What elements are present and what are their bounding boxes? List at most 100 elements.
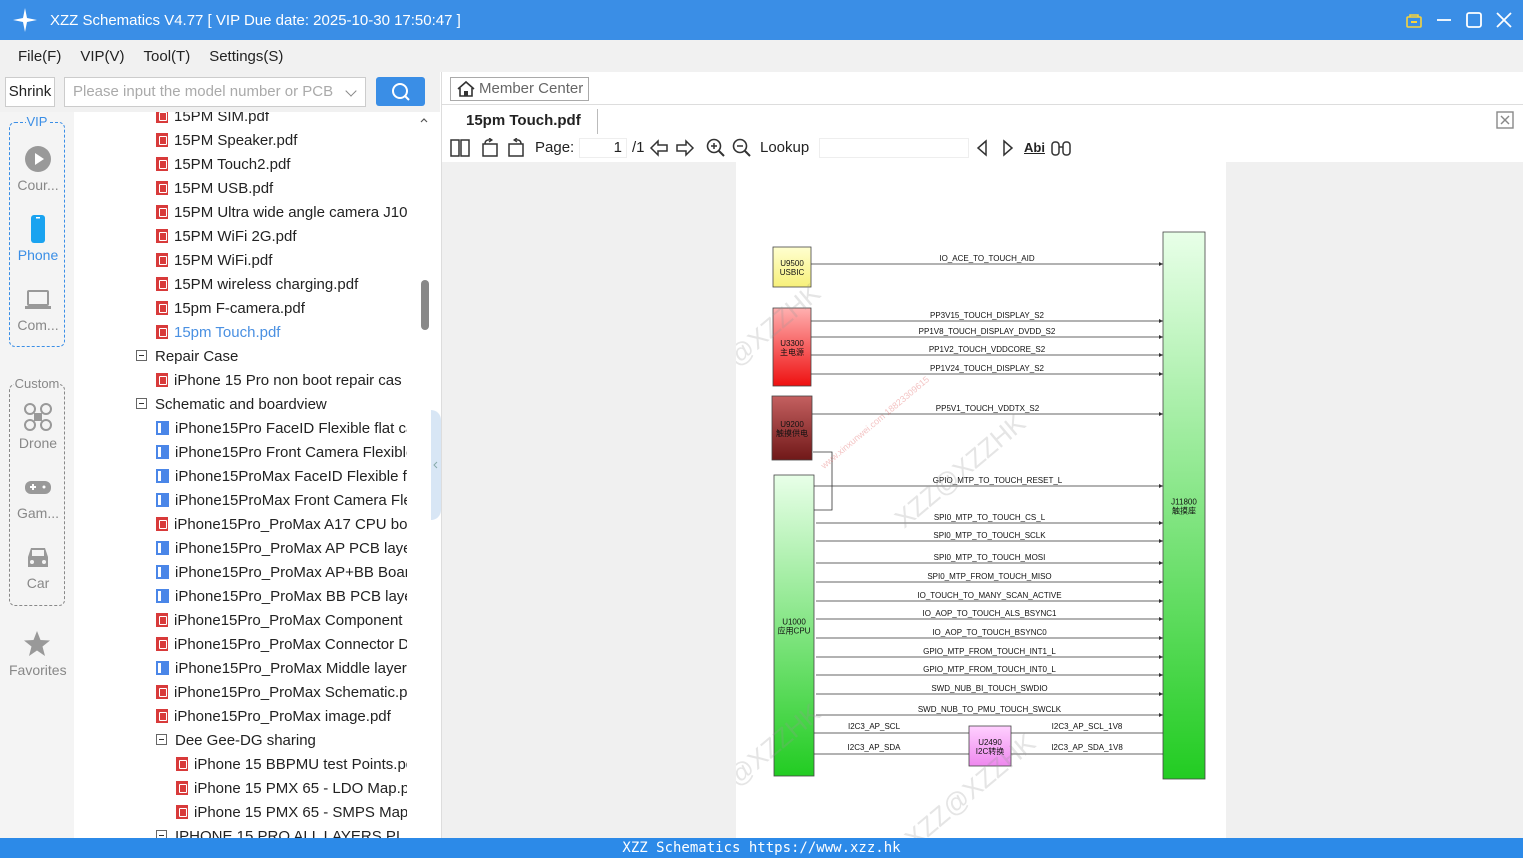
- tree-file[interactable]: iPhone15ProMax FaceID Flexible fl: [156, 465, 407, 489]
- tree-file[interactable]: iPhone15Pro Front Camera Flexible: [156, 441, 407, 465]
- tree-item-label: iPhone15Pro_ProMax AP PCB laye: [175, 540, 407, 557]
- close-icon[interactable]: [1495, 11, 1513, 29]
- tree-scroll-thumb[interactable]: [421, 280, 429, 330]
- chevron-down-icon[interactable]: [345, 85, 357, 97]
- panel-splitter[interactable]: [431, 112, 441, 838]
- chevron-left-icon: [433, 461, 438, 469]
- tree-file[interactable]: 15PM Ultra wide angle camera J10: [156, 201, 407, 225]
- find-next-icon[interactable]: [1000, 138, 1016, 158]
- rotate-right-icon[interactable]: [506, 138, 526, 158]
- tree-file[interactable]: iPhone 15 BBPMU test Points.pd: [176, 753, 407, 777]
- tree-item-label: 15PM USB.pdf: [174, 180, 274, 197]
- nav-computer[interactable]: Com...: [10, 285, 66, 333]
- zoom-in-icon[interactable]: [706, 138, 726, 158]
- vip-group-label: VIP: [25, 114, 49, 129]
- tree-file[interactable]: 15PM USB.pdf: [156, 177, 407, 201]
- tree-item-label: IPHONE 15 PRO ALL LAYERS PI: [175, 828, 401, 838]
- page-number-input[interactable]: 1: [579, 138, 627, 158]
- tree-file[interactable]: iPhone15Pro_ProMax AP PCB laye: [156, 537, 407, 561]
- tree-item-label: Dee Gee-DG sharing: [175, 732, 316, 749]
- home-icon: [457, 80, 475, 97]
- match-case-button[interactable]: Abi: [1024, 138, 1045, 158]
- pdf-file-icon: [156, 325, 168, 339]
- tree-file[interactable]: iPhone15Pro_ProMax image.pdf: [156, 705, 407, 729]
- page-total: /1: [632, 139, 645, 156]
- next-page-icon[interactable]: [675, 138, 695, 158]
- menu-vip[interactable]: VIP(V): [80, 48, 124, 65]
- tree-file[interactable]: 15pm F-camera.pdf: [156, 297, 407, 321]
- i2c-label: I2C3_AP_SCL: [848, 722, 901, 731]
- tree-scrollbar[interactable]: [418, 112, 430, 838]
- i2c-label: I2C3_AP_SDA: [848, 743, 902, 752]
- tree-file[interactable]: iPhone15Pro_ProMax A17 CPU bot: [156, 513, 407, 537]
- tree-file[interactable]: 15pm Touch.pdf: [156, 321, 407, 345]
- nav-favorites[interactable]: Favorites: [9, 630, 67, 678]
- nav-courses[interactable]: Cour...: [10, 145, 66, 193]
- minimize-icon[interactable]: [1435, 11, 1453, 29]
- net-arrow: [1159, 521, 1163, 525]
- tree-folder[interactable]: Repair Case: [136, 345, 407, 369]
- maximize-icon[interactable]: [1465, 11, 1483, 29]
- tree-folder[interactable]: Dee Gee-DG sharing: [156, 729, 407, 753]
- tab-15pm-touch[interactable]: 15pm Touch.pdf: [452, 109, 598, 135]
- net-arrow: [1159, 319, 1163, 323]
- menu-settings[interactable]: Settings(S): [209, 48, 283, 65]
- pdf-file-icon: [156, 517, 168, 531]
- net-label: SWD_NUB_BI_TOUCH_SWDIO: [931, 684, 1047, 693]
- nav-car[interactable]: Car: [10, 543, 66, 591]
- boardview-file-icon: [156, 493, 169, 507]
- tree-file[interactable]: 15PM WiFi 2G.pdf: [156, 225, 407, 249]
- tree-file[interactable]: iPhone15Pro_ProMax AP+BB Boar: [156, 561, 407, 585]
- zoom-out-icon[interactable]: [732, 138, 752, 158]
- pdf-viewer[interactable]: U9500 USBIC U3300 主电源 U9200 触摸供电 U1000 应用CPU U24…: [442, 162, 1523, 838]
- boardview-file-icon: [156, 469, 169, 483]
- tree-file[interactable]: 15PM WiFi.pdf: [156, 249, 407, 273]
- find-prev-icon[interactable]: [974, 138, 990, 158]
- app-logo-icon: [12, 7, 38, 33]
- lookup-label: Lookup: [760, 139, 810, 156]
- tree-file[interactable]: iPhone15ProMax Front Camera Fle: [156, 489, 407, 513]
- member-center-button[interactable]: Member Center: [450, 77, 589, 101]
- rotate-left-icon[interactable]: [480, 138, 500, 158]
- nav-phone[interactable]: Phone: [10, 215, 66, 263]
- boardview-file-icon: [156, 421, 169, 435]
- search-button[interactable]: [376, 77, 425, 106]
- tree-file[interactable]: iPhone15Pro_ProMax Component: [156, 609, 407, 633]
- tree-file[interactable]: iPhone15Pro_ProMax BB PCB layer: [156, 585, 407, 609]
- boardview-file-icon: [156, 661, 169, 675]
- nav-games[interactable]: Gam...: [10, 473, 66, 521]
- tree-file[interactable]: iPhone15Pro_ProMax Schematic.p: [156, 681, 407, 705]
- nav-phone-label: Phone: [17, 247, 59, 263]
- tree-file[interactable]: 15PM Touch2.pdf: [156, 153, 407, 177]
- tree-folder[interactable]: IPHONE 15 PRO ALL LAYERS PI: [156, 825, 407, 838]
- net-arrow: [1159, 372, 1163, 376]
- tree-file[interactable]: iPhone 15 PMX 65 - LDO Map.p: [176, 777, 407, 801]
- menu-tool[interactable]: Tool(T): [144, 48, 191, 65]
- tree-file[interactable]: 15PM SIM.pdf: [156, 112, 407, 129]
- scroll-up-icon[interactable]: [418, 114, 430, 126]
- search-input[interactable]: Please input the model number or PCB: [64, 77, 366, 107]
- close-tab-icon[interactable]: [1496, 111, 1514, 129]
- tree-file[interactable]: iPhone15Pro_ProMax Connector D: [156, 633, 407, 657]
- boardview-file-icon: [156, 589, 169, 603]
- two-page-view-icon[interactable]: [450, 138, 470, 158]
- tree-file[interactable]: iPhone15Pro_ProMax Middle layer: [156, 657, 407, 681]
- tree-file[interactable]: iPhone 15 Pro non boot repair cas: [156, 369, 407, 393]
- tree-folder[interactable]: Schematic and boardview: [136, 393, 407, 417]
- tree-file[interactable]: 15PM Speaker.pdf: [156, 129, 407, 153]
- shrink-button[interactable]: Shrink: [5, 77, 55, 107]
- prev-page-icon[interactable]: [649, 138, 669, 158]
- lock-icon[interactable]: [1405, 11, 1423, 29]
- tree-file[interactable]: 15PM wireless charging.pdf: [156, 273, 407, 297]
- tree-file[interactable]: iPhone 15 PMX 65 - SMPS Map: [176, 801, 407, 825]
- binoculars-icon[interactable]: [1050, 138, 1072, 158]
- tree-item-label: iPhone 15 Pro non boot repair cas: [174, 372, 402, 389]
- nav-drone[interactable]: Drone: [10, 403, 66, 451]
- lookup-input[interactable]: [819, 138, 969, 158]
- tree-file[interactable]: iPhone15Pro FaceID Flexible flat ca: [156, 417, 407, 441]
- collapse-tab[interactable]: [431, 410, 441, 520]
- pdf-file-icon: [156, 301, 168, 315]
- net-label: PP1V8_TOUCH_DISPLAY_DVDD_S2: [919, 327, 1056, 336]
- menu-file[interactable]: File(F): [18, 48, 61, 65]
- pdf-file-icon: [156, 253, 168, 267]
